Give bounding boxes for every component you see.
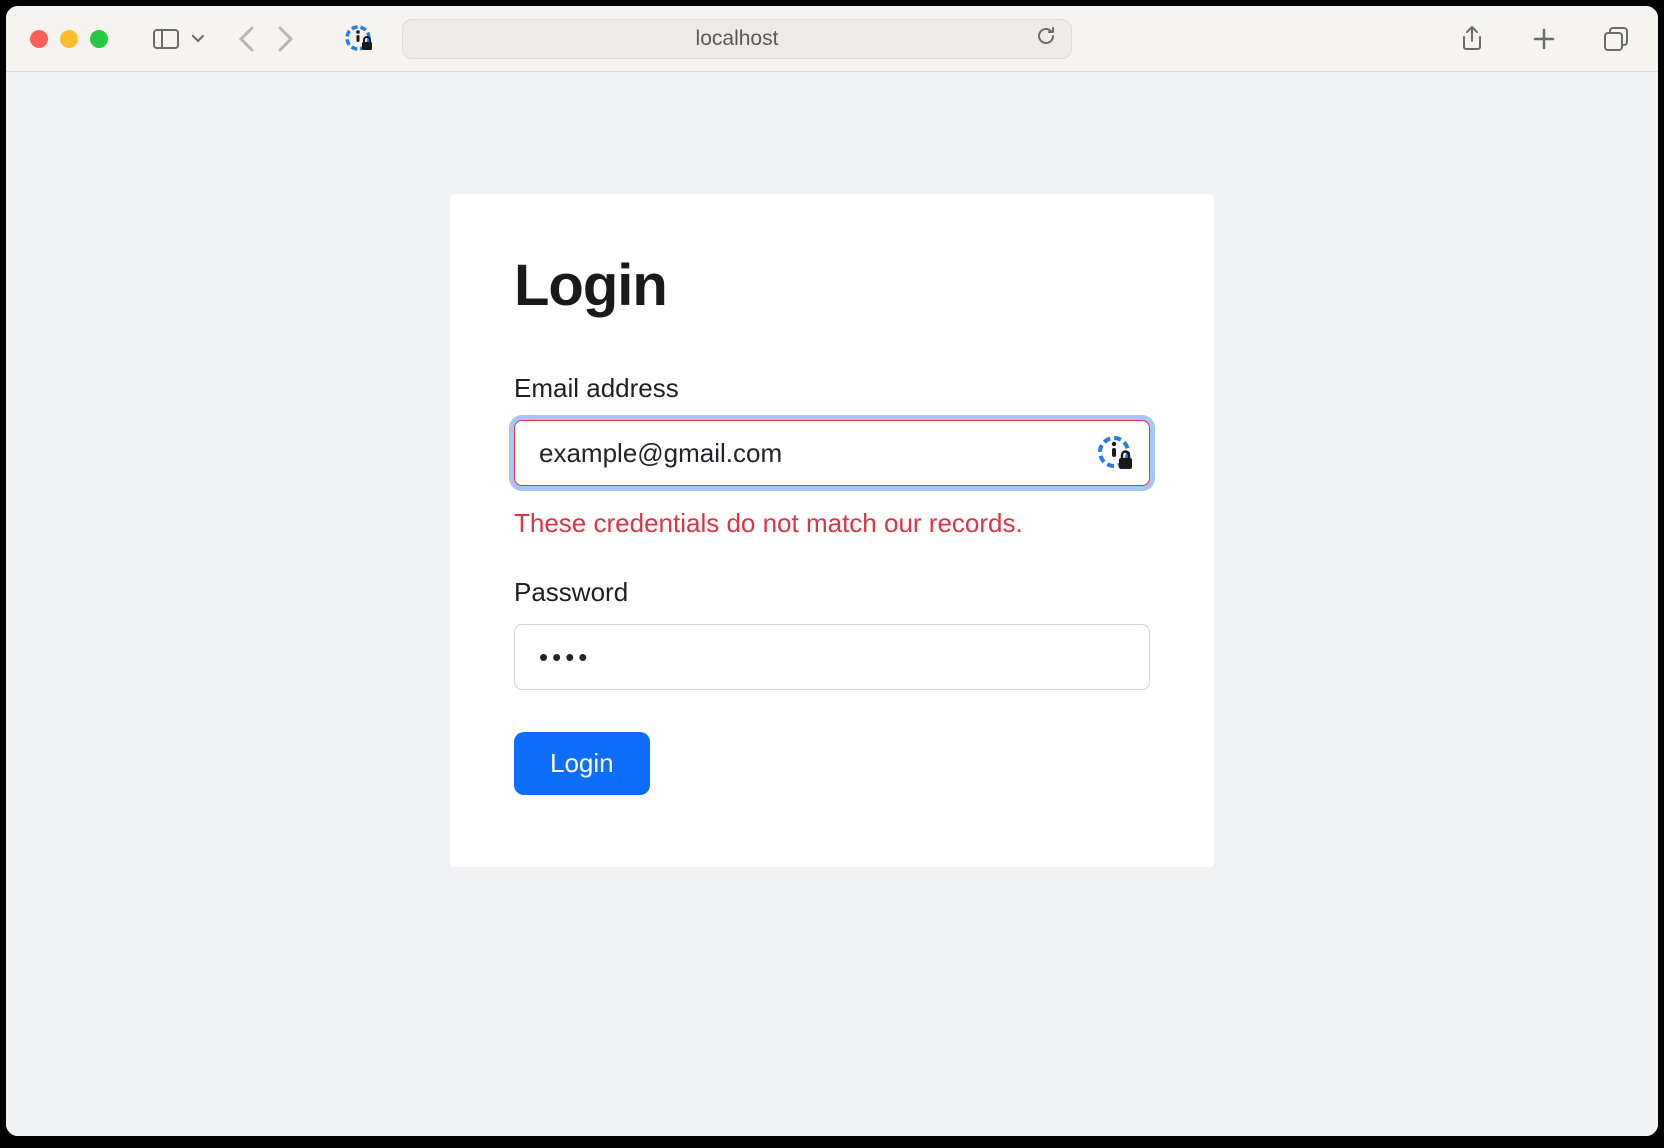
forward-button[interactable] (278, 26, 294, 52)
url-bar[interactable]: localhost (402, 19, 1072, 59)
email-input-wrapper (514, 420, 1150, 486)
back-button[interactable] (238, 26, 254, 52)
share-icon (1460, 25, 1484, 53)
keychain-icon (1096, 434, 1134, 472)
maximize-window-button[interactable] (90, 30, 108, 48)
toolbar-right (1454, 21, 1634, 57)
login-button[interactable]: Login (514, 732, 650, 795)
tabs-icon (1603, 26, 1629, 52)
chevron-left-icon (238, 26, 254, 52)
sidebar-controls (148, 21, 208, 57)
browser-window: localhost (6, 6, 1658, 1136)
share-button[interactable] (1454, 21, 1490, 57)
plus-icon (1532, 27, 1556, 51)
new-tab-button[interactable] (1526, 21, 1562, 57)
url-text: localhost (696, 27, 779, 51)
page-title: Login (514, 252, 1150, 319)
password-field[interactable] (514, 624, 1150, 690)
reload-button[interactable] (1035, 25, 1057, 53)
window-controls (30, 30, 108, 48)
browser-toolbar: localhost (6, 6, 1658, 72)
email-field[interactable] (514, 420, 1150, 486)
sidebar-icon (153, 29, 179, 49)
reload-icon (1035, 25, 1057, 47)
password-group: Password (514, 577, 1150, 690)
minimize-window-button[interactable] (60, 30, 78, 48)
keychain-icon (344, 24, 374, 54)
tabs-overview-button[interactable] (1598, 21, 1634, 57)
close-window-button[interactable] (30, 30, 48, 48)
sidebar-toggle-button[interactable] (148, 21, 184, 57)
password-label: Password (514, 577, 1150, 608)
page-content: Login Email address (6, 72, 1658, 1136)
chevron-down-icon (192, 35, 204, 43)
email-label: Email address (514, 373, 1150, 404)
navigation-controls (238, 26, 294, 52)
email-group: Email address These credentials do not m (514, 373, 1150, 539)
keychain-autofill-button[interactable] (1096, 434, 1134, 472)
login-card: Login Email address (450, 194, 1214, 867)
chevron-right-icon (278, 26, 294, 52)
keychain-toolbar-button[interactable] (344, 24, 374, 54)
email-error-message: These credentials do not match our recor… (514, 508, 1150, 539)
sidebar-dropdown-button[interactable] (188, 21, 208, 57)
